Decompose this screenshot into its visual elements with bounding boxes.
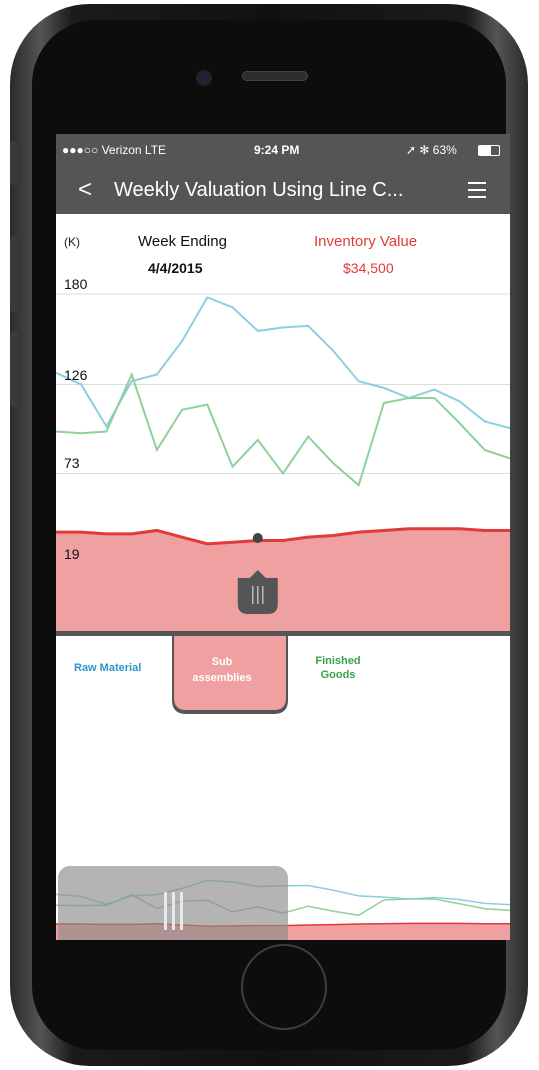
- volume-up-button: [10, 236, 18, 312]
- earpiece-speaker: [242, 71, 308, 81]
- valuation-chart[interactable]: [56, 134, 510, 940]
- front-camera: [198, 72, 210, 84]
- y-tick-label: 180: [64, 276, 88, 292]
- legend-sub-assemblies[interactable]: Sub assemblies: [180, 654, 264, 686]
- finished-goods-line[interactable]: [56, 371, 510, 487]
- legend-raw-material[interactable]: Raw Material: [74, 662, 141, 674]
- raw-material-line[interactable]: [56, 296, 510, 430]
- selected-point-marker: [252, 533, 263, 544]
- mute-switch: [10, 141, 18, 185]
- scrubber-grip-icon[interactable]: [164, 892, 184, 930]
- y-tick-label: 126: [64, 366, 88, 383]
- volume-down-button: [10, 331, 18, 407]
- legend-sub-label: Sub assemblies: [192, 656, 252, 684]
- app-screen: ●●●○○ Verizon LTE 9:24 PM ➚ ✻ 63% < Week…: [56, 134, 510, 940]
- y-tick-label: 73: [64, 455, 80, 472]
- legend-finished-label: Finished Goods: [315, 655, 361, 681]
- legend-finished-goods[interactable]: Finished Goods: [306, 654, 370, 682]
- y-tick-label: 19: [64, 546, 80, 562]
- sub-assemblies-area: [56, 528, 510, 634]
- range-scrubber[interactable]: [58, 866, 288, 940]
- legend-raw-label: Raw Material: [74, 662, 142, 674]
- home-button[interactable]: [241, 944, 327, 1030]
